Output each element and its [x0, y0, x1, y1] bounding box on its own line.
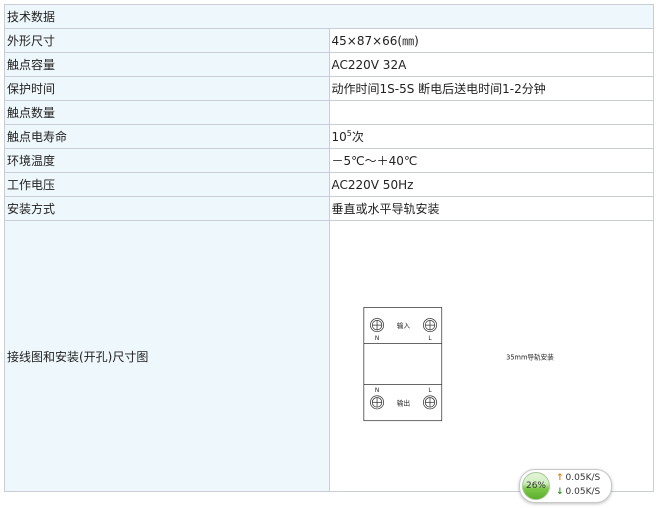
table-header-row: 技术数据 [4, 4, 654, 29]
rail-mount-text: 35mm导轨安装 [506, 353, 554, 362]
row-value: 105次 [328, 124, 654, 149]
row-label: 触点容量 [4, 52, 330, 77]
row-label: 外形尺寸 [4, 28, 330, 53]
row-label: 环境温度 [4, 148, 330, 173]
row-label: 工作电压 [4, 172, 330, 197]
cpu-usage-gauge: 26% [522, 472, 550, 500]
table-row: 外形尺寸 45×87×66(㎜) [4, 28, 654, 53]
table-row: 触点电寿命 105次 [4, 124, 654, 149]
spec-table: 技术数据 外形尺寸 45×87×66(㎜) 触点容量 AC220V 32A 保护… [4, 4, 654, 492]
row-label: 触点数量 [4, 100, 330, 125]
terminal-screw-icon [369, 395, 384, 410]
n-label-top: N [374, 336, 378, 342]
diagram-label: 接线图和安装(开孔)尺寸图 [4, 220, 330, 492]
diagram-row: 接线图和安装(开孔)尺寸图 输入 N L N L 输出 35mm导轨安装 [4, 220, 654, 492]
output-label: 输出 [396, 398, 409, 407]
terminal-screw-icon [369, 318, 384, 333]
network-speed-widget[interactable]: 26% ↑ 0.05K/S ↓ 0.05K/S [519, 469, 612, 503]
download-speed-value: 0.05K/S [565, 487, 601, 497]
table-row: 环境温度 －5℃～＋40℃ [4, 148, 654, 173]
row-value: AC220V 50Hz [328, 172, 654, 197]
value-unit: 次 [351, 130, 364, 144]
table-row: 安装方式 垂直或水平导轨安装 [4, 196, 654, 221]
row-value [328, 100, 654, 125]
row-value: 动作时间1S-5S 断电后送电时间1-2分钟 [328, 76, 654, 101]
input-label: 输入 [396, 321, 410, 330]
row-value: 45×87×66(㎜) [328, 28, 654, 53]
spec-sheet: 技术数据 外形尺寸 45×87×66(㎜) 触点容量 AC220V 32A 保护… [4, 4, 654, 502]
download-speed: ↓ 0.05K/S [556, 487, 600, 497]
wiring-diagram: 输入 N L N L 输出 35mm导轨安装 [362, 307, 554, 422]
download-arrow-icon: ↓ [556, 487, 564, 497]
diagram-cell: 输入 N L N L 输出 35mm导轨安装 [328, 220, 654, 492]
upload-speed-value: 0.05K/S [565, 473, 601, 483]
table-row: 工作电压 AC220V 50Hz [4, 172, 654, 197]
table-row: 触点容量 AC220V 32A [4, 52, 654, 77]
table-title: 技术数据 [4, 4, 654, 29]
row-value: －5℃～＋40℃ [328, 148, 654, 173]
upload-arrow-icon: ↑ [556, 473, 564, 483]
table-row: 触点数量 [4, 100, 654, 125]
upload-speed: ↑ 0.05K/S [556, 473, 600, 483]
row-value: 垂直或水平导轨安装 [328, 196, 654, 221]
row-label: 触点电寿命 [4, 124, 330, 149]
row-label: 安装方式 [4, 196, 330, 221]
n-label-bottom: N [374, 388, 378, 394]
terminal-screw-icon [422, 395, 437, 410]
terminal-screw-icon [422, 318, 437, 333]
row-label: 保护时间 [4, 76, 330, 101]
row-value: AC220V 32A [328, 52, 654, 77]
value-base: 10 [331, 130, 347, 144]
table-row: 保护时间 动作时间1S-5S 断电后送电时间1-2分钟 [4, 76, 654, 101]
